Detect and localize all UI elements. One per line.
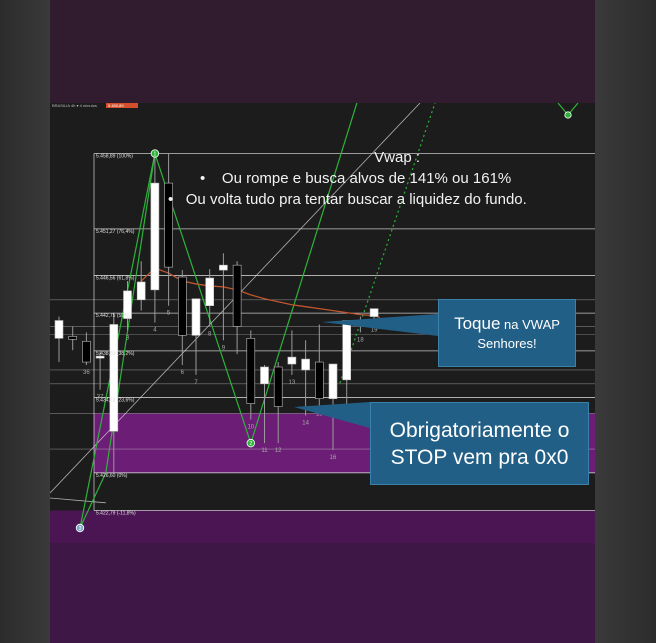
fib-level-label: 5.442,75 (50%): [96, 313, 131, 319]
candle-index-label: 37: [97, 395, 104, 401]
candle-up[interactable]: [136, 281, 146, 301]
candle-down[interactable]: [314, 361, 324, 399]
toque-callout-big: Toque: [454, 314, 501, 333]
candle-index-label: 16: [330, 455, 337, 461]
zigzag-pivot-label: 3: [79, 526, 82, 532]
toque-callout: Toque na VWAP Senhores!: [438, 299, 576, 367]
bottom-band: [50, 543, 595, 643]
candle-down[interactable]: [68, 336, 78, 340]
header-menu-text[interactable]: BRASILIA 4h ▾ 4 minutos: [52, 103, 97, 108]
fib-level-label: 5.446,56 (61,8%): [96, 275, 135, 281]
fib-level-label: 5.426,60 (0%): [96, 473, 128, 479]
fib-level-label: 5.438,93 (38,2%): [96, 351, 135, 357]
candle-up[interactable]: [369, 308, 379, 317]
candle-index-label: 14: [302, 420, 309, 426]
candle-index-label: 10: [247, 424, 254, 430]
candle-up[interactable]: [191, 298, 201, 336]
right-margin: [595, 0, 656, 643]
candle-up[interactable]: [301, 358, 310, 371]
candle-index-label: 15: [316, 412, 323, 418]
fib-level-label: 5.458,89 (100%): [96, 154, 133, 160]
zigzag-pivot-label: 1: [154, 151, 157, 157]
fib-level-label: 5.422,79 (-11,8%): [96, 510, 136, 516]
vwap-annotation: Vwap : • Ou rompe e busca alvos de 141% …: [160, 147, 580, 210]
candle-up[interactable]: [356, 321, 365, 325]
candle-index-label: 17: [343, 415, 350, 421]
candle-up[interactable]: [342, 320, 352, 381]
stop-callout-line1: Obrigatoriamente o: [389, 419, 570, 442]
candle-up[interactable]: [54, 320, 64, 339]
vwap-bullet-2: • Ou volta tudo pra tentar buscar a liqu…: [168, 191, 527, 208]
vwap-annotation-title: Vwap :: [374, 149, 420, 166]
candle-down[interactable]: [178, 276, 187, 336]
zigzag-pivot-label: 2: [249, 441, 252, 447]
candle-index-label: 12: [275, 448, 282, 454]
candle-up[interactable]: [260, 366, 269, 385]
top-band: [50, 0, 595, 103]
fib-level-label: 5.451,27 (76,4%): [96, 229, 135, 235]
header-price-badge: 5.450,89: [108, 103, 124, 108]
bullet-dot-icon: •: [168, 191, 186, 208]
candle-index-label: 18: [357, 337, 364, 343]
zigzag-pivot-dot[interactable]: [564, 111, 572, 119]
candle-down[interactable]: [232, 264, 242, 327]
candle-down[interactable]: [246, 338, 256, 404]
candle-up[interactable]: [205, 277, 214, 306]
candle-index-label: 19: [371, 328, 378, 334]
candle-up[interactable]: [328, 363, 338, 399]
candle-up[interactable]: [150, 182, 160, 291]
candle-up[interactable]: [109, 324, 119, 432]
candle-index-label: 13: [289, 380, 296, 386]
candle-down[interactable]: [273, 366, 283, 407]
left-margin: [0, 0, 50, 643]
candle-up[interactable]: [219, 264, 228, 271]
candle-up[interactable]: [287, 356, 297, 365]
candle-down[interactable]: [82, 340, 91, 363]
candle-index-label: 11: [261, 448, 268, 454]
toque-callout-line2: Senhores!: [477, 336, 537, 351]
stop-callout: Obrigatoriamente o STOP vem pra 0x0: [370, 402, 589, 485]
toque-callout-small: na VWAP: [500, 317, 560, 332]
vwap-bullet-1: • Ou rompe e busca alvos de 141% ou 161%: [200, 170, 512, 187]
candle-index-label: 36: [83, 370, 90, 376]
bullet-dot-icon: •: [200, 170, 222, 187]
stop-callout-line2: STOP vem pra 0x0: [390, 446, 569, 469]
